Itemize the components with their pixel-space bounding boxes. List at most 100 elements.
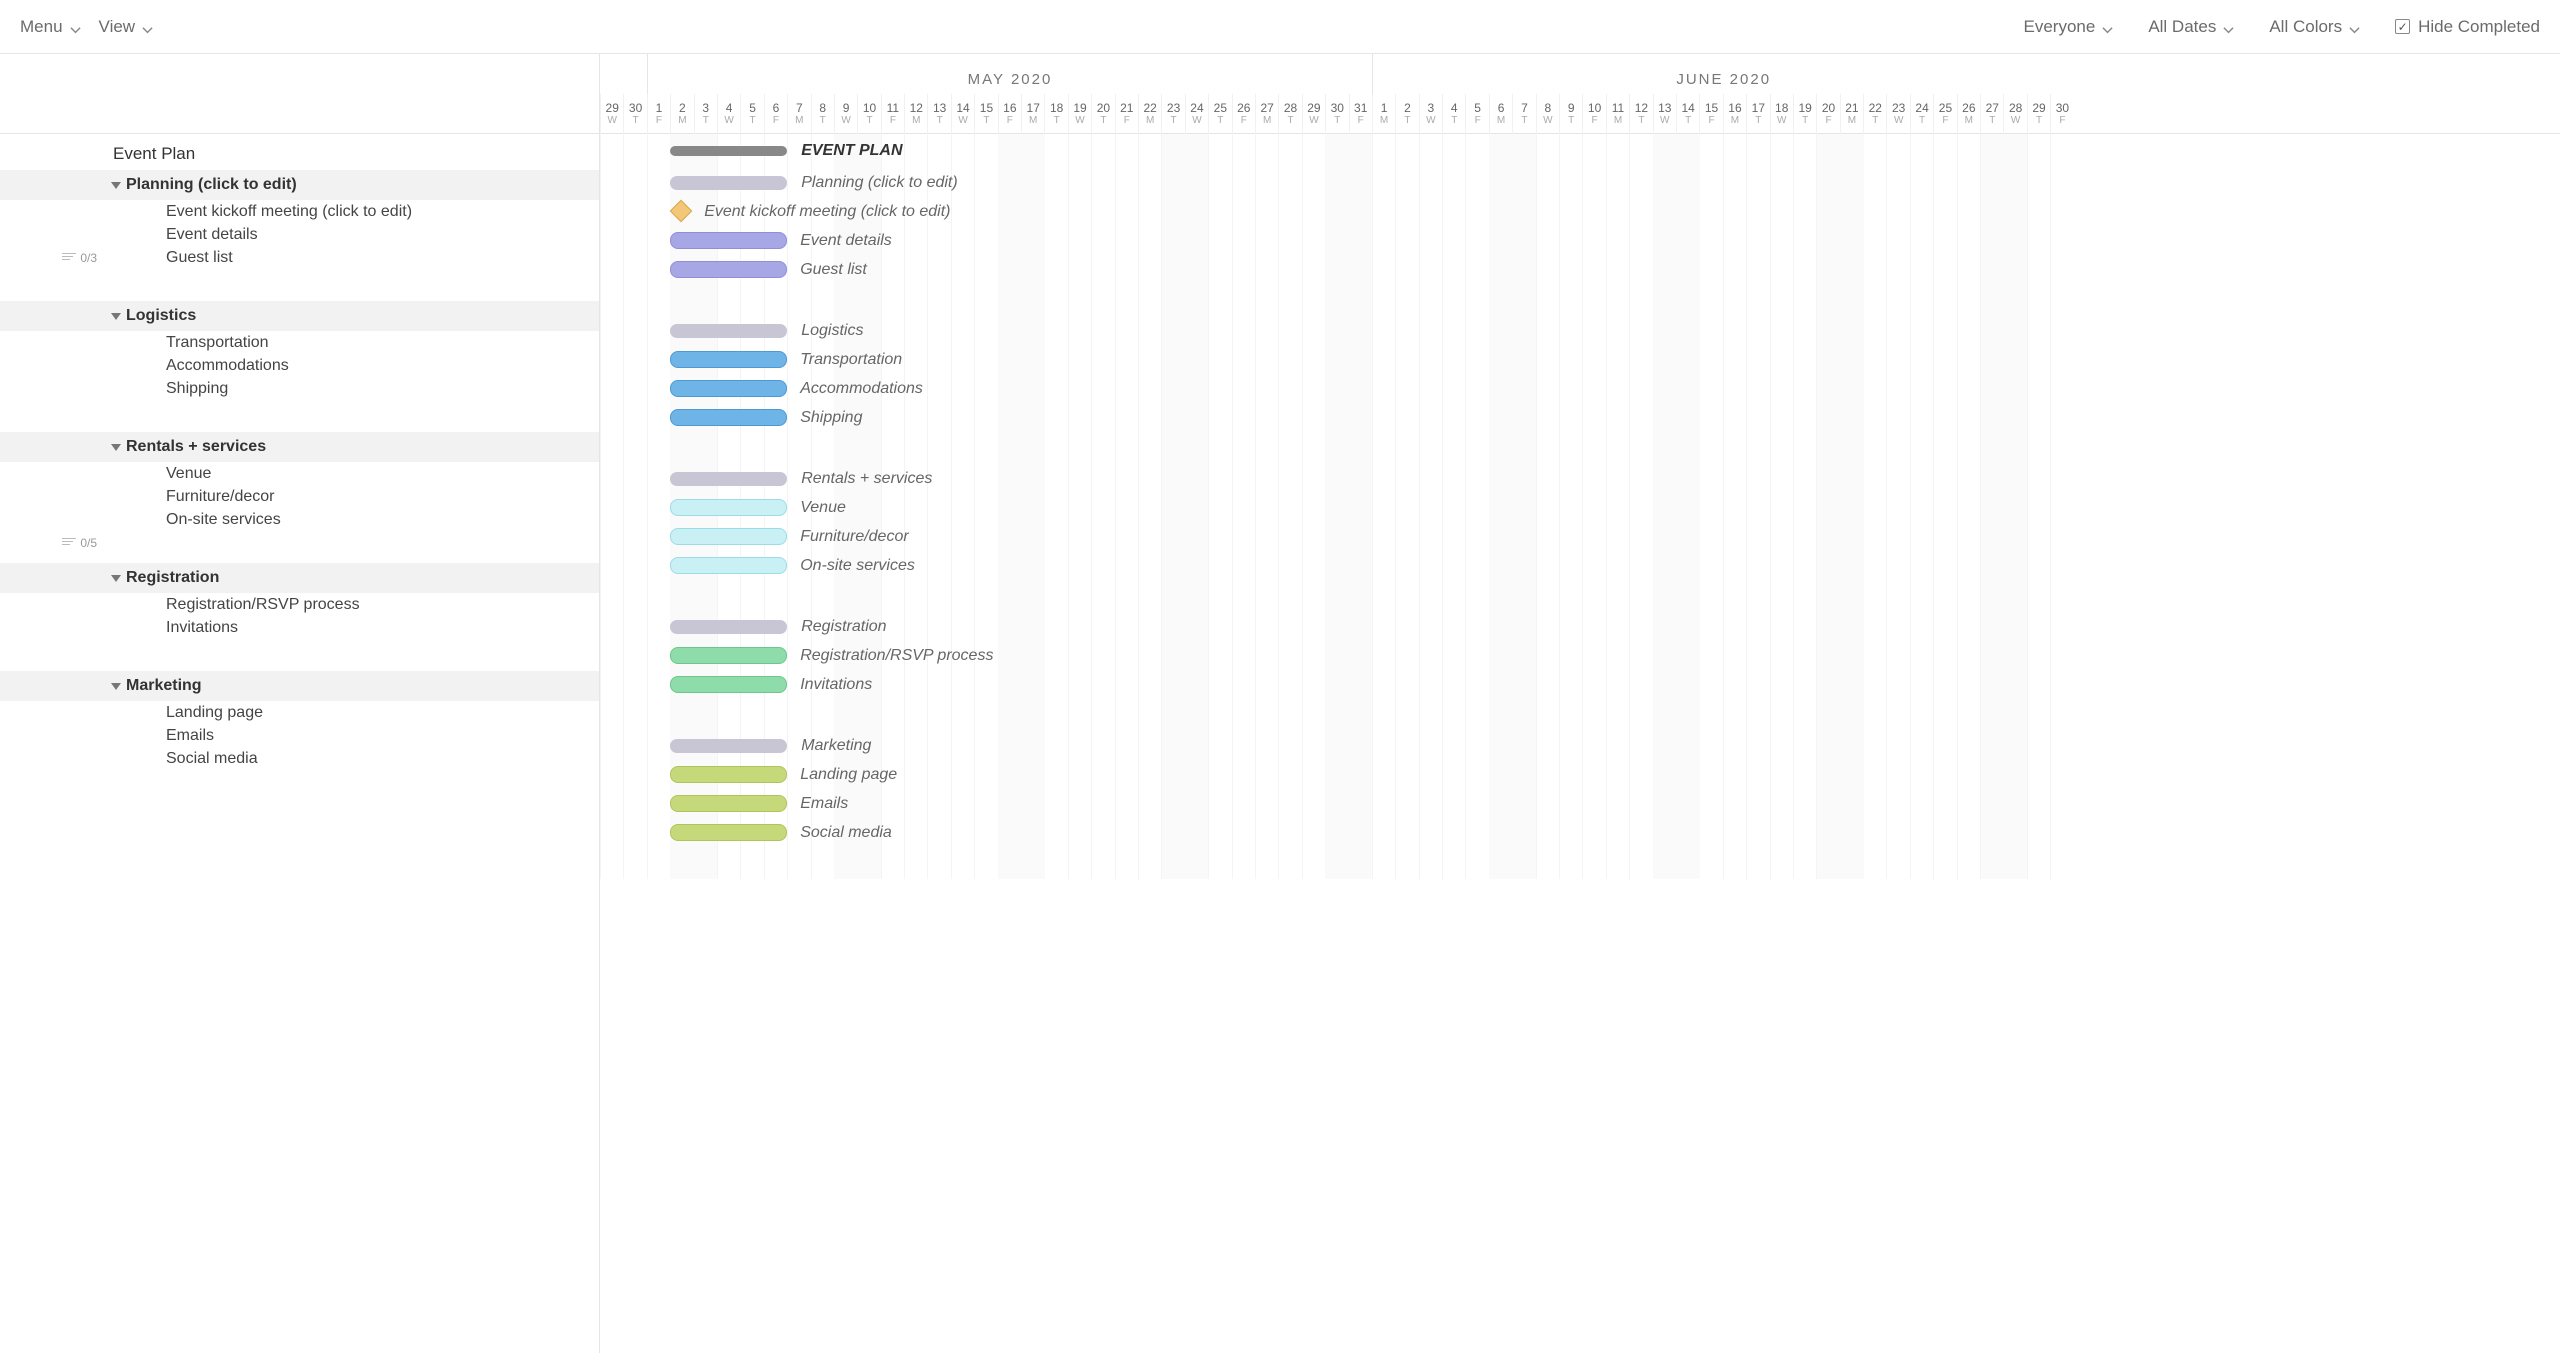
day-column-header[interactable]: 15F bbox=[1699, 94, 1722, 134]
view-dropdown[interactable]: View bbox=[99, 17, 154, 37]
day-column-header[interactable]: 29W bbox=[600, 94, 623, 134]
task-bar[interactable]: Venue bbox=[670, 499, 787, 516]
day-column-header[interactable]: 4T bbox=[1442, 94, 1465, 134]
task-bar[interactable]: Invitations bbox=[670, 676, 787, 693]
timeline-body[interactable]: EVENT PLAN Planning (click to edit) Event … bbox=[600, 134, 2560, 879]
filter-everyone[interactable]: Everyone bbox=[2023, 17, 2113, 37]
day-column-header[interactable]: 8T bbox=[811, 94, 834, 134]
task-bar[interactable]: Event details bbox=[670, 232, 787, 249]
group-header[interactable]: Rentals + services bbox=[0, 432, 599, 462]
day-column-header[interactable]: 19W bbox=[1068, 94, 1091, 134]
group-header[interactable]: Marketing bbox=[0, 671, 599, 701]
day-column-header[interactable]: 8W bbox=[1536, 94, 1559, 134]
day-column-header[interactable]: 10F bbox=[1582, 94, 1605, 134]
task-row[interactable]: Furniture/decor bbox=[0, 485, 599, 508]
day-column-header[interactable]: 14T bbox=[1676, 94, 1699, 134]
day-column-header[interactable]: 9W bbox=[834, 94, 857, 134]
task-row[interactable]: Venue bbox=[0, 462, 599, 485]
day-column-header[interactable]: 1F bbox=[647, 94, 670, 134]
group-summary-bar[interactable]: Logistics bbox=[670, 324, 787, 338]
task-bar[interactable]: Social media bbox=[670, 824, 787, 841]
day-column-header[interactable]: 13W bbox=[1653, 94, 1676, 134]
task-row[interactable]: Emails bbox=[0, 724, 599, 747]
day-column-header[interactable]: 20T bbox=[1091, 94, 1114, 134]
day-column-header[interactable]: 21M bbox=[1840, 94, 1863, 134]
day-column-header[interactable]: 29W bbox=[1302, 94, 1325, 134]
day-column-header[interactable]: 2M bbox=[670, 94, 693, 134]
project-title[interactable]: Event Plan bbox=[0, 134, 599, 170]
filter-dates[interactable]: All Dates bbox=[2148, 17, 2234, 37]
group-header[interactable]: Logistics bbox=[0, 301, 599, 331]
day-column-header[interactable]: 7M bbox=[787, 94, 810, 134]
task-bar[interactable]: Furniture/decor bbox=[670, 528, 787, 545]
task-bar[interactable]: Landing page bbox=[670, 766, 787, 783]
day-column-header[interactable]: 23W bbox=[1886, 94, 1909, 134]
task-row[interactable]: Landing page bbox=[0, 701, 599, 724]
task-bar[interactable]: Transportation bbox=[670, 351, 787, 368]
day-column-header[interactable]: 1M bbox=[1372, 94, 1395, 134]
gantt-timeline[interactable]: MAY 2020JUNE 2020 29W30T1F2M3T4W5T6F7M8T… bbox=[600, 54, 2560, 1353]
day-column-header[interactable]: 6M bbox=[1489, 94, 1512, 134]
day-column-header[interactable]: 28T bbox=[1278, 94, 1301, 134]
group-summary-bar[interactable]: Rentals + services bbox=[670, 472, 787, 486]
group-summary-bar[interactable]: Planning (click to edit) bbox=[670, 176, 787, 190]
day-column-header[interactable]: 3T bbox=[694, 94, 717, 134]
day-column-header[interactable]: 11F bbox=[881, 94, 904, 134]
day-column-header[interactable]: 30T bbox=[623, 94, 646, 134]
day-column-header[interactable]: 24T bbox=[1910, 94, 1933, 134]
task-bar[interactable]: Guest list bbox=[670, 261, 787, 278]
day-column-header[interactable]: 17M bbox=[1021, 94, 1044, 134]
task-bar[interactable]: On-site services bbox=[670, 557, 787, 574]
day-column-header[interactable]: 22M bbox=[1138, 94, 1161, 134]
day-column-header[interactable]: 5F bbox=[1465, 94, 1488, 134]
day-column-header[interactable]: 16F bbox=[998, 94, 1021, 134]
day-column-header[interactable]: 4W bbox=[717, 94, 740, 134]
day-column-header[interactable]: 20F bbox=[1816, 94, 1839, 134]
group-header[interactable]: Registration bbox=[0, 563, 599, 593]
day-column-header[interactable]: 31F bbox=[1349, 94, 1372, 134]
day-column-header[interactable]: 24W bbox=[1185, 94, 1208, 134]
day-column-header[interactable]: 16M bbox=[1723, 94, 1746, 134]
day-column-header[interactable]: 15T bbox=[974, 94, 997, 134]
day-column-header[interactable]: 27M bbox=[1255, 94, 1278, 134]
task-row[interactable]: On-site services0/5 bbox=[0, 508, 599, 531]
task-row[interactable]: Registration/RSVP process bbox=[0, 593, 599, 616]
day-column-header[interactable]: 18W bbox=[1770, 94, 1793, 134]
task-row[interactable]: Guest list bbox=[0, 246, 599, 269]
task-row[interactable]: Social media bbox=[0, 747, 599, 770]
group-summary-bar[interactable]: Marketing bbox=[670, 739, 787, 753]
day-column-header[interactable]: 14W bbox=[951, 94, 974, 134]
day-column-header[interactable]: 19T bbox=[1793, 94, 1816, 134]
filter-colors[interactable]: All Colors bbox=[2269, 17, 2360, 37]
day-column-header[interactable]: 6F bbox=[764, 94, 787, 134]
day-column-header[interactable]: 26M bbox=[1957, 94, 1980, 134]
day-column-header[interactable]: 12M bbox=[904, 94, 927, 134]
day-column-header[interactable]: 21F bbox=[1115, 94, 1138, 134]
project-summary-bar[interactable]: EVENT PLAN bbox=[670, 146, 787, 156]
day-column-header[interactable]: 11M bbox=[1606, 94, 1629, 134]
task-bar[interactable]: Emails bbox=[670, 795, 787, 812]
day-column-header[interactable]: 25T bbox=[1208, 94, 1231, 134]
day-column-header[interactable]: 28W bbox=[2003, 94, 2026, 134]
day-column-header[interactable]: 12T bbox=[1629, 94, 1652, 134]
task-row[interactable]: Event kickoff meeting (click to edit) bbox=[0, 200, 599, 223]
group-summary-bar[interactable]: Registration bbox=[670, 620, 787, 634]
hide-completed-toggle[interactable]: Hide Completed bbox=[2395, 17, 2540, 37]
menu-dropdown[interactable]: Menu bbox=[20, 17, 81, 37]
task-bar[interactable]: Shipping bbox=[670, 409, 787, 426]
day-column-header[interactable]: 30F bbox=[2050, 94, 2073, 134]
day-column-header[interactable]: 7T bbox=[1512, 94, 1535, 134]
day-column-header[interactable]: 23T bbox=[1161, 94, 1184, 134]
task-row[interactable]: Invitations bbox=[0, 616, 599, 639]
task-row[interactable]: Shipping bbox=[0, 377, 599, 400]
day-column-header[interactable]: 26F bbox=[1232, 94, 1255, 134]
day-column-header[interactable]: 22T bbox=[1863, 94, 1886, 134]
day-column-header[interactable]: 9T bbox=[1559, 94, 1582, 134]
task-row[interactable]: Event details0/3 bbox=[0, 223, 599, 246]
day-column-header[interactable]: 18T bbox=[1044, 94, 1067, 134]
day-column-header[interactable]: 27T bbox=[1980, 94, 2003, 134]
task-row[interactable]: Transportation bbox=[0, 331, 599, 354]
day-column-header[interactable]: 29T bbox=[2027, 94, 2050, 134]
task-bar[interactable]: Accommodations bbox=[670, 380, 787, 397]
day-column-header[interactable]: 10T bbox=[857, 94, 880, 134]
